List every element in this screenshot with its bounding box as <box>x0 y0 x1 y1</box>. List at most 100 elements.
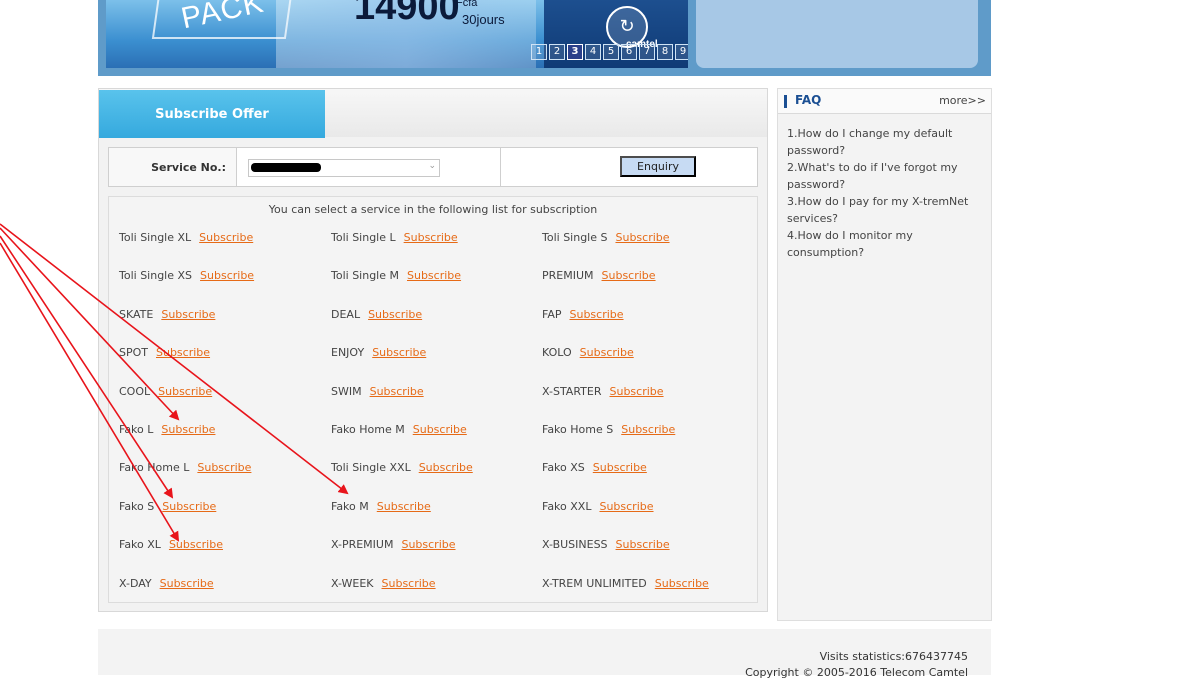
subscribe-link[interactable]: Subscribe <box>616 538 670 551</box>
subscribe-link[interactable]: Subscribe <box>372 346 426 359</box>
subscribe-link[interactable]: Subscribe <box>655 577 709 590</box>
visit-statistics: Visits statistics:676437745 <box>819 650 968 663</box>
subscribe-link[interactable]: Subscribe <box>610 385 664 398</box>
faq-list: 1.How do I change my default password? 2… <box>787 125 985 261</box>
subscribe-link[interactable]: Subscribe <box>569 308 623 321</box>
faq-item[interactable]: 1.How do I change my default password? <box>787 125 985 159</box>
service-item: X-BUSINESS Subscribe <box>542 538 670 551</box>
subscribe-link[interactable]: Subscribe <box>599 500 653 513</box>
subscribe-link[interactable]: Subscribe <box>197 461 251 474</box>
service-name: Fako XL <box>119 538 161 552</box>
subscribe-link[interactable]: Subscribe <box>382 577 436 590</box>
service-item: Toli Single M Subscribe <box>331 269 461 282</box>
service-item: Fako Home L Subscribe <box>119 461 251 474</box>
service-name: X-BUSINESS <box>542 538 608 552</box>
service-item: Toli Single L Subscribe <box>331 231 458 244</box>
pager-page-2[interactable]: 2 <box>549 44 565 60</box>
service-number-label: Service No.: <box>109 148 237 186</box>
service-name: Fako Home S <box>542 423 614 436</box>
service-number-row: Service No.: ⌄ Enquiry <box>108 147 758 187</box>
pager-page-5[interactable]: 5 <box>603 44 619 60</box>
faq-item[interactable]: 2.What's to do if I've forgot my passwor… <box>787 159 985 193</box>
service-name: Toli Single XXL <box>331 461 411 475</box>
subscribe-link[interactable]: Subscribe <box>160 577 214 590</box>
service-name: Fako L <box>119 423 154 436</box>
faq-header: FAQ more>> <box>778 89 991 114</box>
subscribe-link[interactable]: Subscribe <box>404 231 458 244</box>
subscribe-link[interactable]: Subscribe <box>419 461 473 474</box>
service-item: Toli Single XS Subscribe <box>119 269 254 282</box>
service-name: Toli Single XL <box>119 231 192 244</box>
service-item: SPOT Subscribe <box>119 346 210 359</box>
service-name: KOLO <box>542 346 572 360</box>
service-name: X-PREMIUM <box>331 538 394 552</box>
subscribe-link[interactable]: Subscribe <box>161 308 215 321</box>
service-name: Toli Single S <box>542 231 608 244</box>
service-name: FAP <box>542 307 562 321</box>
subscribe-link[interactable]: Subscribe <box>200 269 254 282</box>
service-item: Fako Home S Subscribe <box>542 423 675 436</box>
service-item: Fako S Subscribe <box>119 500 216 513</box>
faq-item[interactable]: 4.How do I monitor my consumption? <box>787 227 985 261</box>
service-name: PREMIUM <box>542 269 594 283</box>
service-item: ENJOY Subscribe <box>331 346 426 359</box>
service-number-select[interactable]: ⌄ <box>248 159 440 177</box>
service-name: Fako S <box>119 499 155 513</box>
promo-banner-image[interactable]: PACK 14900 Fcfa 30jours ↻ camtel 1234567… <box>106 0 688 68</box>
subscribe-link[interactable]: Subscribe <box>407 269 461 282</box>
footer: Visits statistics:676437745 Copyright © … <box>98 629 991 679</box>
subscribe-link[interactable]: Subscribe <box>401 538 455 551</box>
copyright: Copyright © 2005-2016 Telecom Camtel <box>745 666 968 679</box>
service-name: DEAL <box>331 307 361 321</box>
subscribe-link[interactable]: Subscribe <box>615 231 669 244</box>
subscribe-link[interactable]: Subscribe <box>593 461 647 474</box>
subscribe-link[interactable]: Subscribe <box>162 500 216 513</box>
subscribe-link[interactable]: Subscribe <box>377 500 431 513</box>
service-item: SWIM Subscribe <box>331 385 424 398</box>
subscribe-link[interactable]: Subscribe <box>602 269 656 282</box>
subscribe-link[interactable]: Subscribe <box>169 538 223 551</box>
pager-page-9[interactable]: 9 <box>675 44 688 60</box>
service-number-cell: ⌄ <box>238 148 501 186</box>
tab-subscribe-offer[interactable]: Subscribe Offer <box>99 90 325 138</box>
pager-page-7[interactable]: 7 <box>639 44 655 60</box>
pager-page-4[interactable]: 4 <box>585 44 601 60</box>
enquiry-button[interactable]: Enquiry <box>620 156 696 177</box>
service-name: Fako M <box>331 499 369 513</box>
chevron-down-icon: ⌄ <box>428 161 436 171</box>
service-item: X-STARTER Subscribe <box>542 385 664 398</box>
service-item: KOLO Subscribe <box>542 346 634 359</box>
service-name: Fako Home M <box>331 423 405 436</box>
subscribe-link[interactable]: Subscribe <box>368 308 422 321</box>
service-item: Toli Single XXL Subscribe <box>331 461 473 474</box>
service-item: PREMIUM Subscribe <box>542 269 656 282</box>
faq-item[interactable]: 3.How do I pay for my X-tremNet services… <box>787 193 985 227</box>
faq-more-link[interactable]: more>> <box>939 94 986 107</box>
subscribe-link[interactable]: Subscribe <box>621 423 675 436</box>
subscribe-link[interactable]: Subscribe <box>370 385 424 398</box>
subscribe-link[interactable]: Subscribe <box>156 346 210 359</box>
pager-page-1[interactable]: 1 <box>531 44 547 60</box>
service-item: Fako XS Subscribe <box>542 461 647 474</box>
subscribe-link[interactable]: Subscribe <box>161 423 215 436</box>
service-item: Fako M Subscribe <box>331 500 431 513</box>
subscribe-offer-panel: Subscribe Offer Service No.: ⌄ Enquiry Y… <box>98 88 768 612</box>
service-name: Fako XXL <box>542 499 592 513</box>
service-name: ENJOY <box>331 346 365 360</box>
subscribe-link[interactable]: Subscribe <box>199 231 253 244</box>
subscribe-link[interactable]: Subscribe <box>580 346 634 359</box>
pager-page-3[interactable]: 3 <box>567 44 583 60</box>
promo-price-unit: Fcfa <box>456 0 478 9</box>
service-item: FAP Subscribe <box>542 308 624 321</box>
subscribe-link[interactable]: Subscribe <box>413 423 467 436</box>
service-name: X-TREM UNLIMITED <box>542 576 647 590</box>
pager-page-6[interactable]: 6 <box>621 44 637 60</box>
service-name: Fako XS <box>542 461 585 475</box>
pager-page-8[interactable]: 8 <box>657 44 673 60</box>
service-name: SKATE <box>119 307 154 321</box>
service-list: You can select a service in the followin… <box>108 196 758 603</box>
service-list-heading: You can select a service in the followin… <box>268 203 598 216</box>
service-item: X-PREMIUM Subscribe <box>331 538 456 551</box>
subscribe-link[interactable]: Subscribe <box>158 385 212 398</box>
banner-pager: 123456789 <box>531 44 688 60</box>
